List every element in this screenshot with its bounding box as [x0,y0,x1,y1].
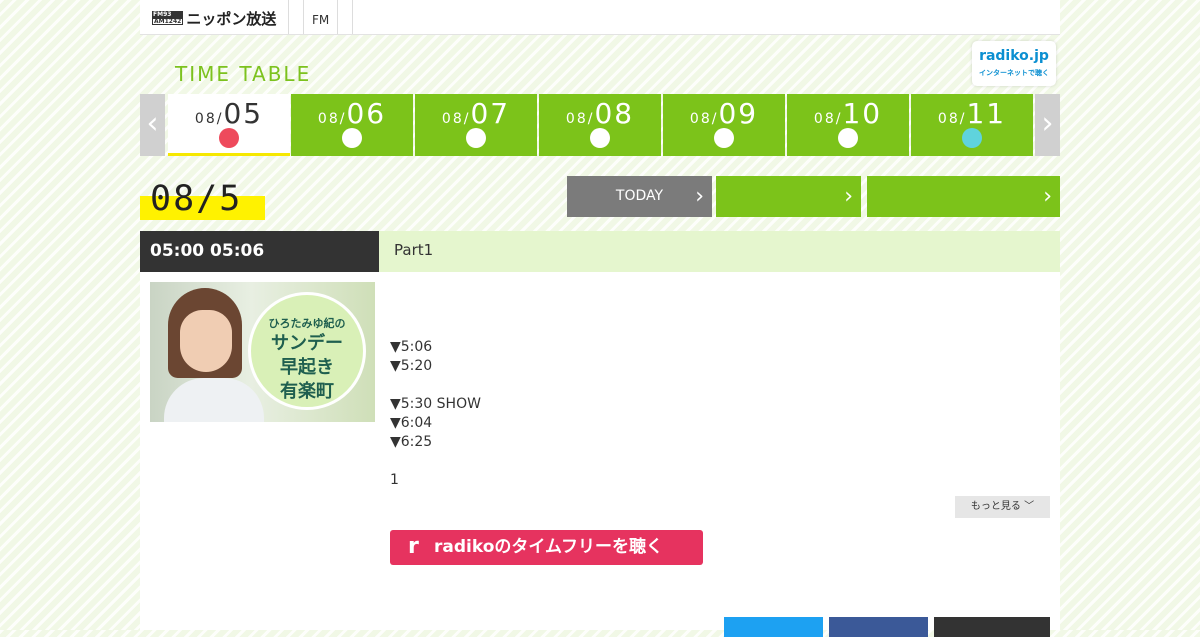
nav-button[interactable]: › [867,176,1060,217]
site-header: FM93 AM1242 ニッポン放送 FM [140,0,1060,35]
share-facebook-button[interactable] [829,617,928,637]
day-label: 08/07 [441,97,511,130]
chevron-right-icon: › [695,184,704,209]
next-week-button[interactable]: › [1035,94,1060,156]
host-face [180,310,232,372]
station-name: ニッポン放送 [186,9,277,28]
nav-item-empty[interactable] [337,0,352,34]
show-more-button[interactable]: もっと見る ﹀ [955,496,1050,518]
program-detail: ひろたみゆ紀の サンデー 早起き 有楽町 ▼5:06 ▼5:20 ▼5:30 S… [140,272,1060,637]
day-label: 08/10 [813,97,883,130]
day-tab[interactable]: 08/06 [291,94,413,156]
fm-frequency: FM93 [152,11,184,18]
program-time-text: 05:00 05:06 [150,241,265,261]
nav-item-fm[interactable]: FM [303,0,337,34]
day-label: 08/06 [317,97,387,130]
program-time: 05:00 05:06 [140,231,379,272]
status-dot [838,128,858,148]
day-label: 08/05 [194,97,264,130]
day-tab[interactable]: 08/08 [539,94,661,156]
header-nav: FM [288,0,367,34]
prev-week-button[interactable]: ‹ [140,94,165,156]
date-heading: 08/5 [140,176,265,220]
timetable-title: TIME TABLE [175,62,312,86]
status-dot [714,128,734,148]
status-dot [219,128,239,148]
day-tab[interactable]: 08/05 [168,94,290,156]
date-selector: ‹ 08/05 08/06 08/07 08/08 08/09 08/10 08… [140,94,1060,156]
program-title: Part1 [379,231,1060,272]
day-label: 08/08 [565,97,635,130]
radiko-button-label: radikoのタイムフリーを聴く [434,537,664,557]
today-label: TODAY [615,188,664,204]
program-title-text: Part1 [394,241,434,259]
current-date: 08/5 [150,179,243,219]
radiko-r-icon: r [408,534,419,559]
today-button[interactable]: TODAY › [567,176,712,217]
radiko-logo-subtext: インターネットで聴く [979,69,1049,77]
program-logo-badge: ひろたみゆ紀の サンデー 早起き 有楽町 [248,292,366,410]
page: FM93 AM1242 ニッポン放送 FM TIME TABLE radiko.… [140,0,1060,637]
share-line-button[interactable] [934,617,1050,637]
status-dot [590,128,610,148]
badge-text: 有楽町 [280,381,334,402]
day-tab[interactable]: 08/11 [911,94,1033,156]
nav-item-empty[interactable] [352,0,367,34]
chevron-right-icon: › [1043,184,1052,209]
day-tab[interactable]: 08/07 [415,94,537,156]
chevron-right-icon: › [844,184,853,209]
radiko-logo-text: radiko.jp [979,48,1049,64]
station-frequency-mark: FM93 AM1242 [152,11,184,25]
day-tab[interactable]: 08/10 [787,94,909,156]
radiko-link[interactable]: radiko.jp インターネットで聴く [972,41,1056,86]
day-label: 08/09 [689,97,759,130]
host-body [164,378,264,422]
badge-text: ひろたみゆ紀の [268,317,346,330]
nav-button[interactable]: › [716,176,861,217]
nav-divider [288,0,303,34]
badge-text: 早起き [280,357,334,378]
radiko-timefree-button[interactable]: r radikoのタイムフリーを聴く [390,530,703,565]
am-frequency: AM1242 [152,18,184,25]
site-logo[interactable]: FM93 AM1242 ニッポン放送 [152,9,277,28]
status-dot [962,128,982,148]
program-description: ▼5:06 ▼5:20 ▼5:30 SHOW ▼6:04 ▼6:25 1 [390,339,481,488]
day-label: 08/11 [937,97,1007,130]
day-tab[interactable]: 08/09 [663,94,785,156]
program-thumbnail: ひろたみゆ紀の サンデー 早起き 有楽町 [150,282,375,422]
badge-text: サンデー [271,333,343,354]
status-dot [466,128,486,148]
share-twitter-button[interactable] [724,617,823,637]
status-dot [342,128,362,148]
